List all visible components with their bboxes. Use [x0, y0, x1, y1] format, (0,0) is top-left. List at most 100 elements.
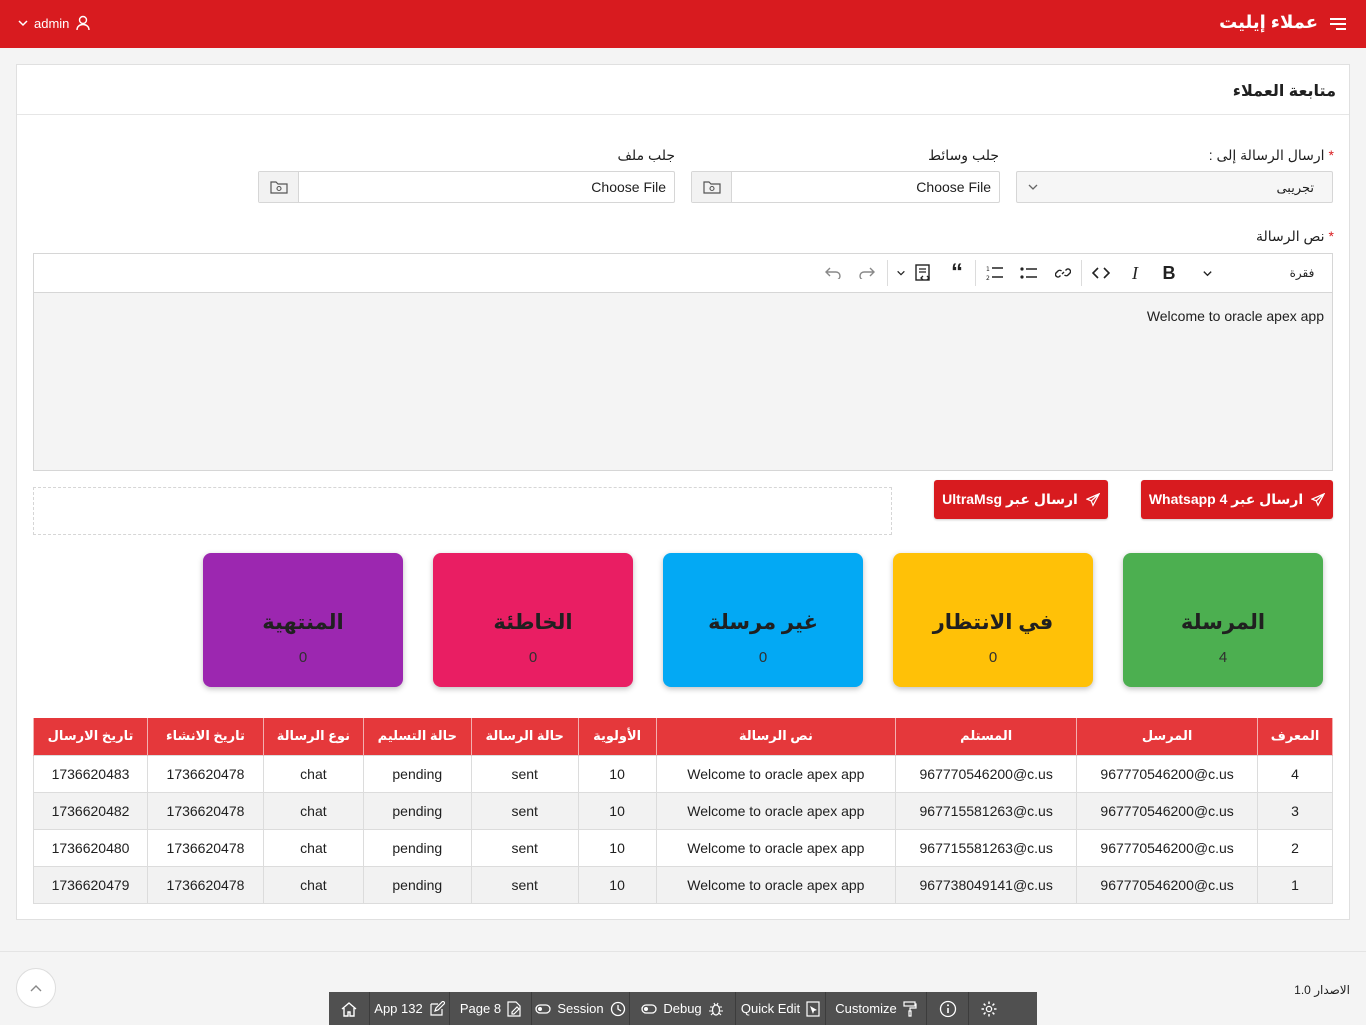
table-cell: 1736620478	[147, 865, 264, 904]
app-header: عملاء إيليت admin	[0, 0, 1366, 48]
home-button[interactable]	[329, 992, 370, 1025]
app-link[interactable]: App 132	[370, 992, 450, 1025]
column-header[interactable]: المرسل	[1076, 718, 1259, 755]
bold-icon[interactable]: B	[1158, 262, 1180, 284]
card-unsent[interactable]: غير مرسلة 0	[663, 553, 863, 687]
card-pending[interactable]: في الانتظار 0	[893, 553, 1093, 687]
customers-region: متابعة العملاء *ارسال الرسالة إلى : جلب …	[16, 64, 1350, 920]
card-count: 0	[528, 649, 538, 666]
card-sent[interactable]: المرسلة 4	[1123, 553, 1323, 687]
table-cell: 1736620478	[147, 828, 264, 867]
edit-page-icon	[507, 1000, 521, 1017]
undo-icon[interactable]	[822, 262, 844, 284]
result-placeholder	[33, 487, 892, 535]
debug-button[interactable]: Debug	[630, 992, 736, 1025]
column-header[interactable]: نوع الرسالة	[262, 718, 364, 755]
quote-icon[interactable]: “	[946, 259, 968, 286]
file-label: جلب ملف	[617, 147, 675, 163]
column-header[interactable]: الأولوية	[577, 718, 657, 755]
send-ultramsg-button[interactable]: ارسال عبر UltraMsg	[934, 480, 1108, 519]
table-cell: 967738049141@c.us	[895, 865, 1078, 904]
editor-content[interactable]: Welcome to oracle apex app	[34, 293, 1332, 470]
bug-icon	[708, 1002, 723, 1016]
page-link[interactable]: Page 8	[450, 992, 532, 1025]
required-marker: *	[1328, 147, 1334, 163]
choose-file-label: Choose File	[591, 179, 666, 195]
table-cell: sent	[470, 865, 579, 904]
redo-icon[interactable]	[856, 262, 878, 284]
edit-icon	[430, 1000, 445, 1016]
send-to-select[interactable]: تجريبى	[1016, 171, 1333, 203]
info-icon	[939, 1000, 956, 1017]
table-cell: chat	[262, 828, 364, 867]
table-cell: 1736620480	[32, 828, 149, 867]
table-cell: 967770546200@c.us	[1076, 754, 1259, 793]
column-header[interactable]: المعرف	[1257, 718, 1333, 755]
table-row: 2 967770546200@c.us 967715581263@c.us We…	[32, 828, 1333, 867]
table-cell: sent	[470, 828, 579, 867]
column-header[interactable]: المستلم	[895, 718, 1078, 755]
table-cell: Welcome to oracle apex app	[655, 828, 897, 867]
customize-button[interactable]: Customize	[826, 992, 927, 1025]
editor-toolbar: فقرة B I 12 “	[34, 254, 1332, 293]
user-icon	[76, 15, 91, 31]
paragraph-select[interactable]: فقرة	[1282, 262, 1322, 284]
chevron-down-icon[interactable]	[1196, 262, 1218, 284]
folder-icon	[692, 172, 732, 202]
table-cell: chat	[262, 791, 364, 830]
media-label: جلب وسائط	[928, 147, 999, 163]
table-cell: 1736620479	[32, 865, 149, 904]
file-input[interactable]: Choose File	[258, 171, 675, 203]
column-header[interactable]: نص الرسالة	[655, 718, 897, 755]
card-count: 4	[1218, 649, 1228, 666]
table-cell: sent	[470, 791, 579, 830]
table-cell: 1	[1257, 865, 1333, 904]
card-expired[interactable]: المنتهية 0	[203, 553, 403, 687]
gear-icon	[981, 1001, 997, 1016]
app-version: الاصدار 1.0	[1294, 983, 1350, 997]
message-text: Welcome to oracle apex app	[1146, 308, 1324, 324]
numbered-list-icon[interactable]: 12	[984, 262, 1006, 284]
session-button[interactable]: Session	[532, 992, 630, 1025]
card-title: الخاطئة	[493, 611, 573, 634]
app-title[interactable]: عملاء إيليت	[1219, 12, 1318, 33]
media-file-input[interactable]: Choose File	[691, 171, 1000, 203]
table-cell: 1736620483	[32, 754, 149, 793]
column-header[interactable]: حالة التسليم	[362, 718, 472, 755]
card-title: المنتهية	[262, 611, 344, 634]
messages-table: المعرف المرسل المستلم نص الرسالة الأولوي…	[32, 718, 1333, 904]
scroll-to-top-button[interactable]	[16, 968, 56, 1008]
insert-code-block-icon[interactable]	[912, 262, 934, 284]
column-header[interactable]: تاريخ الارسال	[32, 718, 149, 755]
table-row: 3 967770546200@c.us 967715581263@c.us We…	[32, 791, 1333, 830]
table-cell: 10	[577, 754, 657, 793]
column-header[interactable]: تاريخ الانشاء	[147, 718, 264, 755]
table-cell: Welcome to oracle apex app	[655, 865, 897, 904]
menu-toggle-icon[interactable]	[1326, 12, 1350, 36]
column-header[interactable]: حالة الرسالة	[470, 718, 579, 755]
italic-icon[interactable]: I	[1124, 262, 1146, 284]
card-title: غير مرسلة	[708, 611, 818, 634]
footer-divider	[0, 951, 1366, 952]
link-icon[interactable]	[1052, 262, 1074, 284]
chevron-down-icon	[18, 20, 28, 27]
user-menu[interactable]: admin	[18, 15, 91, 31]
svg-text:2: 2	[986, 275, 990, 281]
send-whatsapp-button[interactable]: ارسال عبر Whatsapp 4	[1141, 480, 1333, 519]
card-failed[interactable]: الخاطئة 0	[433, 553, 633, 687]
table-cell: 967715581263@c.us	[895, 828, 1078, 867]
user-name: admin	[34, 15, 70, 31]
table-cell: 1736620478	[147, 754, 264, 793]
chevron-down-icon[interactable]	[894, 262, 908, 284]
quick-edit-button[interactable]: Quick Edit	[736, 992, 826, 1025]
bullet-list-icon[interactable]	[1018, 262, 1040, 284]
settings-button[interactable]	[969, 992, 1009, 1025]
table-cell: pending	[362, 828, 472, 867]
region-header: متابعة العملاء	[17, 65, 1349, 115]
table-cell: 967770546200@c.us	[1076, 791, 1259, 830]
card-title: المرسلة	[1180, 611, 1266, 634]
code-icon[interactable]	[1090, 262, 1112, 284]
paint-roller-icon	[903, 1000, 917, 1017]
card-count: 0	[988, 649, 998, 666]
info-button[interactable]	[927, 992, 969, 1025]
